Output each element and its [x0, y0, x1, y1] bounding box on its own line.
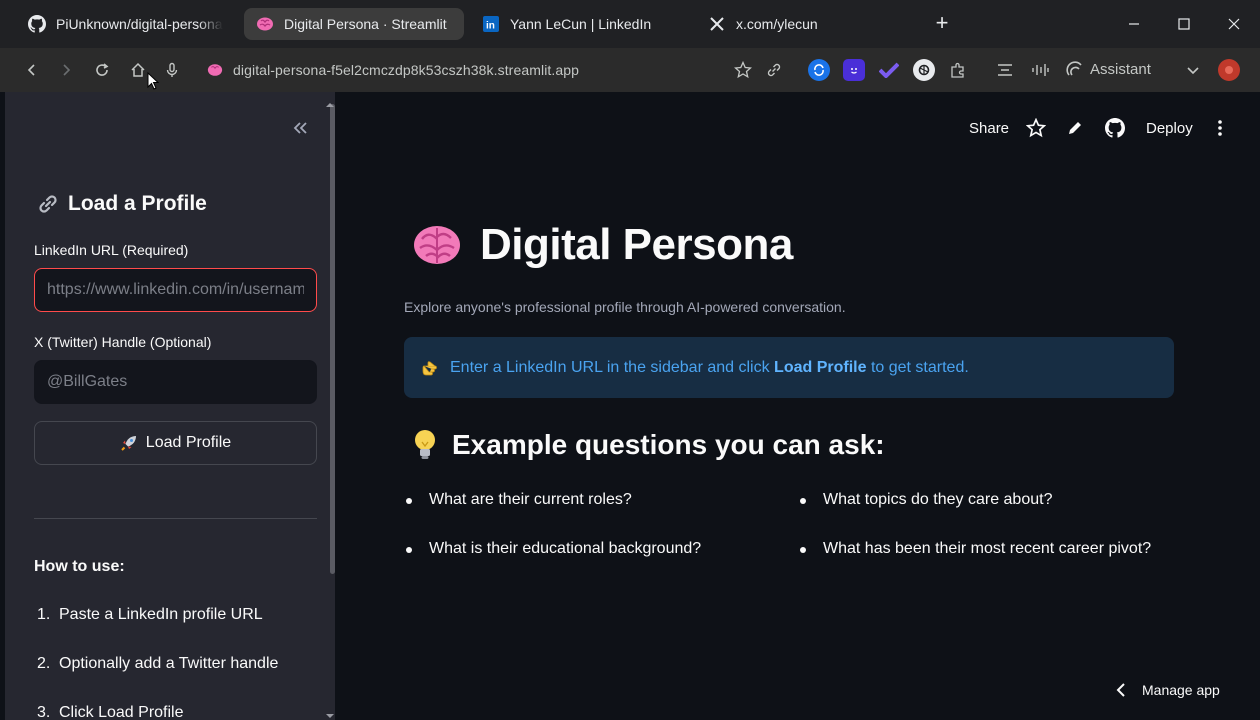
- info-text-pre: Enter a LinkedIn URL in the sidebar and …: [450, 358, 770, 376]
- brain-icon: [256, 15, 274, 33]
- sidebar-heading-text: Load a Profile: [68, 192, 207, 215]
- brain-icon: [412, 223, 462, 267]
- lightbulb-icon: [412, 428, 438, 462]
- examples-heading-row: Example questions you can ask:: [412, 428, 885, 462]
- howto-step: 1. Paste a LinkedIn profile URL: [37, 606, 263, 624]
- profile-avatar-icon[interactable]: [1218, 59, 1240, 81]
- linkedin-icon: in: [482, 15, 500, 33]
- extension-sync-icon[interactable]: [808, 59, 830, 81]
- tab-label: x.com/ylecun: [736, 16, 818, 32]
- info-text-post: to get started.: [870, 358, 969, 376]
- sidebar-divider: [34, 518, 317, 519]
- link-icon: [36, 192, 60, 216]
- edit-pencil-icon[interactable]: [1066, 116, 1084, 140]
- page-subtitle: Explore anyone's professional profile th…: [404, 299, 846, 315]
- tab-github[interactable]: PiUnknown/digital-persona: [16, 8, 242, 40]
- new-tab-button[interactable]: +: [930, 12, 954, 36]
- tab-x[interactable]: x.com/ylecun: [696, 8, 916, 40]
- manage-app-button[interactable]: Manage app: [1116, 682, 1220, 698]
- sidebar-scrollbar-thumb[interactable]: [330, 104, 335, 574]
- pointing-hand-icon: [422, 359, 442, 377]
- rocket-icon: [120, 434, 138, 452]
- microphone-icon[interactable]: [162, 60, 182, 80]
- assistant-icon: [1066, 60, 1084, 78]
- tab-label: PiUnknown/digital-persona: [56, 16, 223, 32]
- example-question: What are their current roles?: [406, 491, 632, 508]
- example-question: What has been their most recent career p…: [799, 540, 1152, 557]
- share-button[interactable]: Share: [969, 116, 1009, 140]
- audio-wave-icon[interactable]: [1030, 60, 1050, 80]
- extensions-puzzle-icon[interactable]: [948, 60, 968, 80]
- collapse-sidebar-icon[interactable]: [288, 116, 312, 140]
- twitter-handle-input[interactable]: [34, 360, 317, 404]
- extension-face-icon[interactable]: [843, 59, 865, 81]
- scroll-down-arrow-icon[interactable]: [325, 706, 335, 720]
- linkedin-url-input[interactable]: [34, 268, 317, 312]
- url-text: digital-persona-f5el2cmczdp8k53cszh38k.s…: [233, 62, 580, 78]
- browser-toolbar: digital-persona-f5el2cmczdp8k53cszh38k.s…: [0, 48, 1260, 92]
- linkedin-url-label: LinkedIn URL (Required): [34, 242, 189, 258]
- scroll-up-arrow-icon[interactable]: [325, 95, 335, 113]
- twitter-handle-label: X (Twitter) Handle (Optional): [34, 334, 212, 350]
- tab-label: Digital Persona · Streamlit: [284, 16, 447, 32]
- extension-openai-icon[interactable]: [913, 59, 935, 81]
- bookmark-star-icon[interactable]: [733, 60, 753, 80]
- brain-icon: [207, 62, 223, 78]
- assistant-label: Assistant: [1090, 60, 1151, 78]
- sidebar: Load a Profile LinkedIn URL (Required) X…: [5, 92, 335, 720]
- step-text: Click Load Profile: [59, 704, 184, 720]
- github-icon: [28, 15, 46, 33]
- close-window-icon[interactable]: [1220, 10, 1248, 38]
- load-profile-button[interactable]: Load Profile: [34, 421, 317, 465]
- maximize-icon[interactable]: [1170, 10, 1198, 38]
- extension-check-icon[interactable]: [878, 59, 900, 81]
- info-alert: Enter a LinkedIn URL in the sidebar and …: [404, 337, 1174, 398]
- x-icon: [708, 15, 726, 33]
- tab-linkedin[interactable]: in Yann LeCun | LinkedIn: [470, 8, 690, 40]
- examples-title: Example questions you can ask:: [452, 429, 885, 460]
- tab-label: Yann LeCun | LinkedIn: [510, 16, 652, 32]
- step-number: 3.: [37, 704, 51, 720]
- main-menu-icon[interactable]: [1212, 116, 1228, 140]
- tab-digital-persona[interactable]: Digital Persona · Streamlit: [244, 8, 464, 40]
- address-bar[interactable]: digital-persona-f5el2cmczdp8k53cszh38k.s…: [195, 55, 795, 85]
- streamlit-page: Load a Profile LinkedIn URL (Required) X…: [0, 92, 1260, 720]
- forward-icon[interactable]: [56, 60, 76, 80]
- svg-text:in: in: [486, 21, 495, 32]
- step-text: Optionally add a Twitter handle: [59, 655, 279, 672]
- example-question: What topics do they care about?: [799, 491, 1053, 508]
- load-profile-label: Load Profile: [145, 434, 232, 451]
- minimize-icon[interactable]: [1120, 10, 1148, 38]
- assistant-button[interactable]: Assistant: [1066, 60, 1151, 78]
- info-text-bold: Load Profile: [774, 358, 867, 376]
- page-title: Digital Persona: [480, 220, 793, 269]
- home-icon[interactable]: [128, 60, 148, 80]
- github-icon[interactable]: [1105, 116, 1125, 140]
- deploy-button[interactable]: Deploy: [1146, 116, 1193, 140]
- step-number: 2.: [37, 655, 51, 672]
- reading-list-icon[interactable]: [995, 60, 1015, 80]
- howto-step: 3. Click Load Profile: [37, 704, 184, 720]
- browser-tab-bar: PiUnknown/digital-persona Digital Person…: [0, 0, 1260, 48]
- example-question: What is their educational background?: [405, 540, 702, 557]
- chevron-down-icon[interactable]: [1183, 60, 1203, 80]
- reload-icon[interactable]: [92, 60, 112, 80]
- step-number: 1.: [37, 606, 51, 623]
- page-title-row: Digital Persona: [412, 220, 793, 270]
- chevron-left-icon: [1116, 683, 1126, 697]
- manage-app-label: Manage app: [1142, 682, 1220, 698]
- favorite-star-icon[interactable]: [1026, 116, 1046, 140]
- back-icon[interactable]: [22, 60, 42, 80]
- howto-step: 2. Optionally add a Twitter handle: [37, 655, 278, 673]
- step-text: Paste a LinkedIn profile URL: [59, 606, 263, 623]
- link-icon[interactable]: [764, 60, 784, 80]
- how-to-use-title: How to use:: [34, 558, 125, 575]
- sidebar-heading: Load a Profile: [36, 192, 207, 216]
